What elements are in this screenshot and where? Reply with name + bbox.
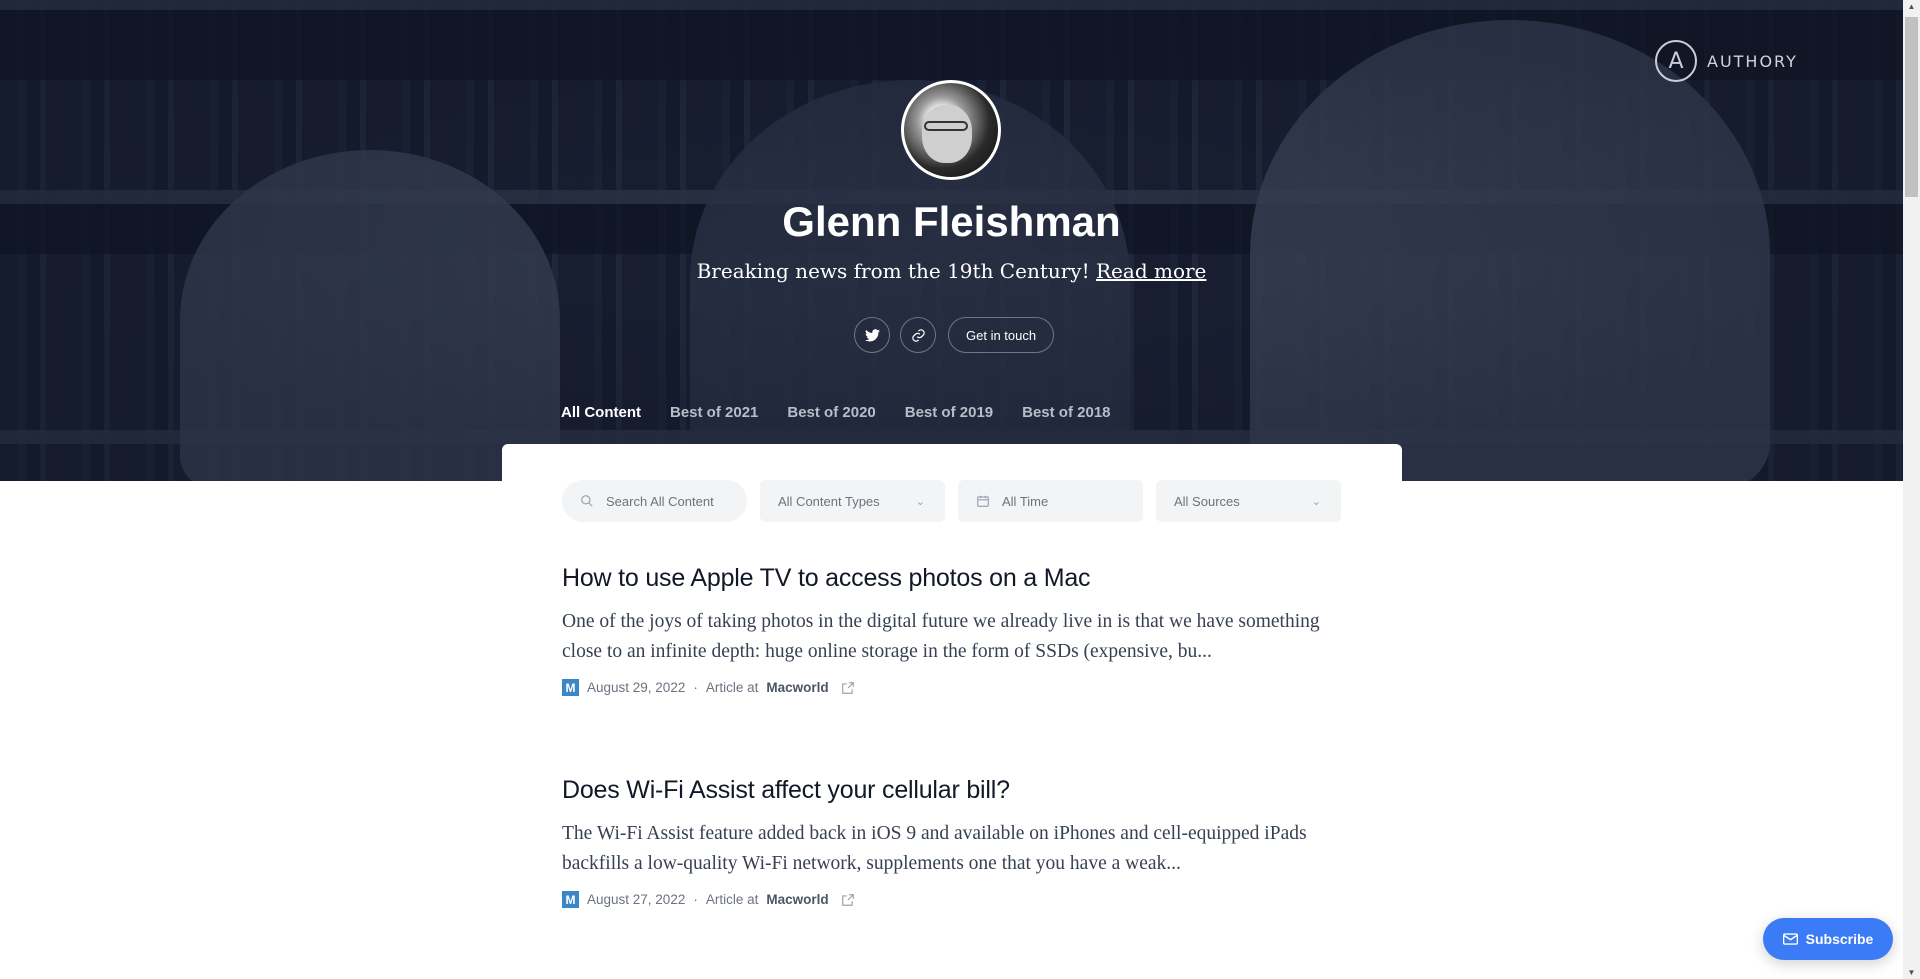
subscribe-button[interactable]: Subscribe [1763,918,1893,960]
filter-bar: Search All Content All Content Types ⌄ A… [562,480,1341,522]
article-item: How to use Apple TV to access photos on … [562,564,1342,696]
page-scrollbar[interactable]: ▲ ▼ [1903,0,1920,979]
article-source: Macworld [766,892,829,907]
macworld-logo-icon: M [562,891,579,908]
tab-best-of-2019[interactable]: Best of 2019 [905,404,993,439]
article-type: Article at [705,892,759,907]
chevron-down-icon: ⌄ [1311,495,1321,508]
article-meta: M August 29, 2022 · Article at Macworld [562,679,1342,696]
article-title[interactable]: Does Wi-Fi Assist affect your cellular b… [562,776,1342,805]
meta-separator: · [693,892,698,907]
read-more-link[interactable]: Read more [1096,259,1206,283]
avatar-face [922,105,972,163]
calendar-icon [977,495,989,507]
link-icon [911,328,925,342]
scroll-up-arrow-icon[interactable]: ▲ [1903,2,1920,11]
content-tabs: All Content Best of 2021 Best of 2020 Be… [561,404,1111,457]
article-date: August 27, 2022 [587,892,686,907]
time-filter[interactable]: All Time [958,480,1143,522]
article-excerpt: One of the joys of taking photos in the … [562,611,1320,662]
article-item: Does Wi-Fi Assist affect your cellular b… [562,776,1342,908]
meta-separator: · [693,680,698,695]
search-placeholder: Search All Content [606,493,714,509]
twitter-icon [864,328,880,341]
get-in-touch-button[interactable]: Get in touch [948,317,1055,353]
article-date: August 29, 2022 [587,680,686,695]
profile-actions: Get in touch [854,317,1055,353]
tab-all-content[interactable]: All Content [561,404,641,457]
sources-dropdown[interactable]: All Sources ⌄ [1156,480,1341,522]
brand-name: AUTHORY [1707,51,1798,71]
search-icon [581,495,593,507]
hero-banner: A AUTHORY Glenn Fleishman Breaking news … [0,0,1903,481]
profile-tagline: Breaking news from the 19th Century! Rea… [0,259,1903,283]
chevron-down-icon: ⌄ [915,495,925,508]
tagline-text: Breaking news from the 19th Century! [696,259,1090,283]
time-value: All Time [1002,493,1049,509]
tab-best-of-2020[interactable]: Best of 2020 [787,404,875,439]
envelope-icon [1782,933,1798,945]
article-title[interactable]: How to use Apple TV to access photos on … [562,564,1342,593]
scrollbar-thumb[interactable] [1905,17,1918,197]
authory-logo-icon: A [1655,40,1697,82]
scroll-down-arrow-icon[interactable]: ▼ [1903,968,1920,977]
website-link-button[interactable] [900,317,936,353]
content-types-value: All Content Types [778,493,880,509]
external-link-icon[interactable] [841,893,855,907]
article-excerpt: The Wi-Fi Assist feature added back in i… [562,823,1307,874]
content-types-dropdown[interactable]: All Content Types ⌄ [760,480,945,522]
article-type: Article at [705,680,759,695]
external-link-icon[interactable] [841,681,855,695]
macworld-logo-icon: M [562,679,579,696]
avatar-glasses [924,121,968,131]
sources-value: All Sources [1174,493,1240,509]
subscribe-label: Subscribe [1805,931,1874,947]
avatar [901,80,1001,180]
content-card: Search All Content All Content Types ⌄ A… [502,444,1402,979]
tab-best-of-2021[interactable]: Best of 2021 [670,404,758,439]
tab-best-of-2018[interactable]: Best of 2018 [1022,404,1110,439]
article-meta: M August 27, 2022 · Article at Macworld [562,891,1342,908]
authory-brand[interactable]: A AUTHORY [1655,40,1798,82]
twitter-button[interactable] [854,317,890,353]
search-input[interactable]: Search All Content [562,480,747,522]
article-source: Macworld [766,680,829,695]
profile-name: Glenn Fleishman [782,198,1121,245]
